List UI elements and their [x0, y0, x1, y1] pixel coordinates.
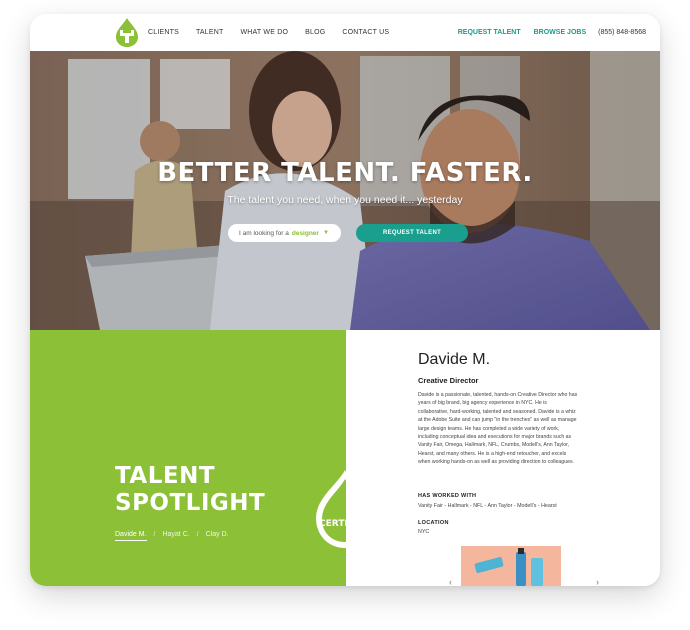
nav-link-contact-us[interactable]: CONTACT US	[342, 29, 389, 36]
talent-spotlight-panel: TALENT SPOTLIGHT Davide M. / Hayat C. / …	[30, 330, 346, 586]
hero-subtitle: The talent you need, when you need it...…	[227, 194, 463, 206]
talent-type-value: designer	[291, 229, 319, 237]
nav-link-clients[interactable]: CLIENTS	[148, 29, 179, 36]
nav-browse-jobs-link[interactable]: BROWSE JOBS	[534, 29, 587, 36]
carousel-prev-icon[interactable]: ‹	[449, 577, 452, 586]
hero-title: BETTER TALENT. FASTER.	[157, 158, 533, 188]
location-heading: LOCATION	[418, 520, 449, 526]
location-value: NYC	[418, 529, 430, 535]
separator: /	[196, 531, 199, 538]
spotlight-person-clay[interactable]: Clay D.	[206, 531, 229, 541]
spotlight-title-line1: TALENT	[115, 463, 216, 489]
hero-background-photo	[30, 51, 660, 330]
logo-icon[interactable]	[114, 17, 140, 48]
profile-name: Davide M.	[418, 351, 491, 368]
nav-request-talent-link[interactable]: REQUEST TALENT	[458, 29, 521, 36]
spotlight-people-nav: Davide M. / Hayat C. / Clay D.	[115, 531, 229, 541]
portfolio-thumbnail[interactable]	[461, 546, 561, 586]
nav-link-talent[interactable]: TALENT	[196, 29, 224, 36]
top-nav: CLIENTS TALENT WHAT WE DO BLOG CONTACT U…	[30, 14, 660, 51]
carousel-next-icon[interactable]: ›	[596, 577, 599, 586]
worked-with-list: Vanity Fair - Hallmark - NFL - Ann Taylo…	[418, 503, 557, 509]
spotlight-title: TALENT SPOTLIGHT	[115, 463, 265, 517]
profile-panel: Davide M. Creative Director Davide is a …	[346, 330, 660, 586]
caret-down-icon: ▼	[322, 230, 329, 236]
profile-role: Creative Director	[418, 376, 479, 385]
talent-type-select[interactable]: I am looking for a designer ▼	[228, 224, 341, 242]
separator: /	[153, 531, 156, 538]
hero-section: BETTER TALENT. FASTER. The talent you ne…	[30, 51, 660, 330]
nav-link-what-we-do[interactable]: WHAT WE DO	[241, 29, 289, 36]
hero-request-talent-button[interactable]: REQUEST TALENT	[356, 224, 468, 242]
browser-frame: CLIENTS TALENT WHAT WE DO BLOG CONTACT U…	[30, 14, 660, 586]
talent-type-label: I am looking for a	[239, 229, 289, 237]
profile-bio: Davide is a passionate, talented, hands-…	[418, 392, 578, 466]
worked-with-heading: HAS WORKED WITH	[418, 493, 477, 499]
nav-link-blog[interactable]: BLOG	[305, 29, 325, 36]
spotlight-person-davide[interactable]: Davide M.	[115, 531, 147, 541]
nav-phone-number[interactable]: (855) 848-8568	[598, 29, 646, 36]
spotlight-title-line2: SPOTLIGHT	[115, 490, 266, 516]
spotlight-person-hayat[interactable]: Hayat C.	[162, 531, 189, 541]
